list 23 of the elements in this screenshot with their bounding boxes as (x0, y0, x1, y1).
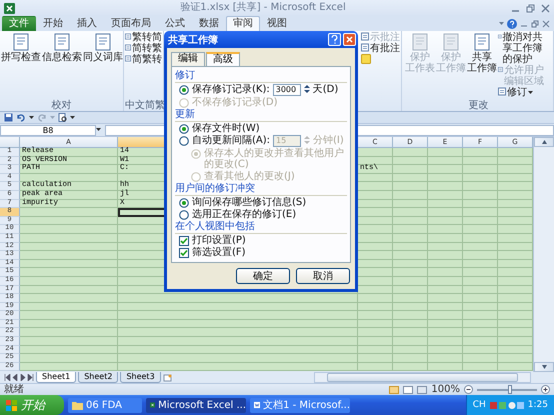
option-label: 询问保存哪些修订信息(S) (192, 197, 306, 208)
section-heading: 修订 (175, 70, 347, 83)
unit-label: 分钟(I) (313, 135, 344, 146)
option-label: 保存文件时(W) (192, 123, 260, 134)
option-label: 保存修订记录(K): (192, 84, 270, 95)
zoom-level: 100% (431, 384, 460, 395)
group-label: 中文简繁 (125, 100, 162, 111)
window-title: 验证1.xlsx [共享] - Microsoft Excel (179, 2, 347, 14)
option-label: 查看其他人的更改(J) (204, 171, 295, 182)
group-label: 更改 (468, 100, 490, 111)
option-label: 选用正在保存的修订(E) (192, 209, 296, 220)
option-label: 筛选设置(F) (192, 247, 246, 258)
option-label: 自动更新间隔(A): (192, 135, 270, 146)
clock: 1:25 (528, 400, 548, 410)
dialog-title: 共享工作簿 (168, 33, 219, 46)
section-heading: 在个人视图中包括 (175, 221, 347, 234)
section-heading: 用户间的修订冲突 (175, 183, 347, 196)
section-heading: 更新 (175, 109, 347, 122)
option-label: 打印设置(P) (192, 235, 246, 246)
status-text: 就绪 (4, 384, 24, 395)
group-label: 校对 (50, 100, 72, 111)
unit-label: 天(D) (312, 84, 338, 95)
option-label: 不保存修订记录(D) (192, 97, 278, 108)
